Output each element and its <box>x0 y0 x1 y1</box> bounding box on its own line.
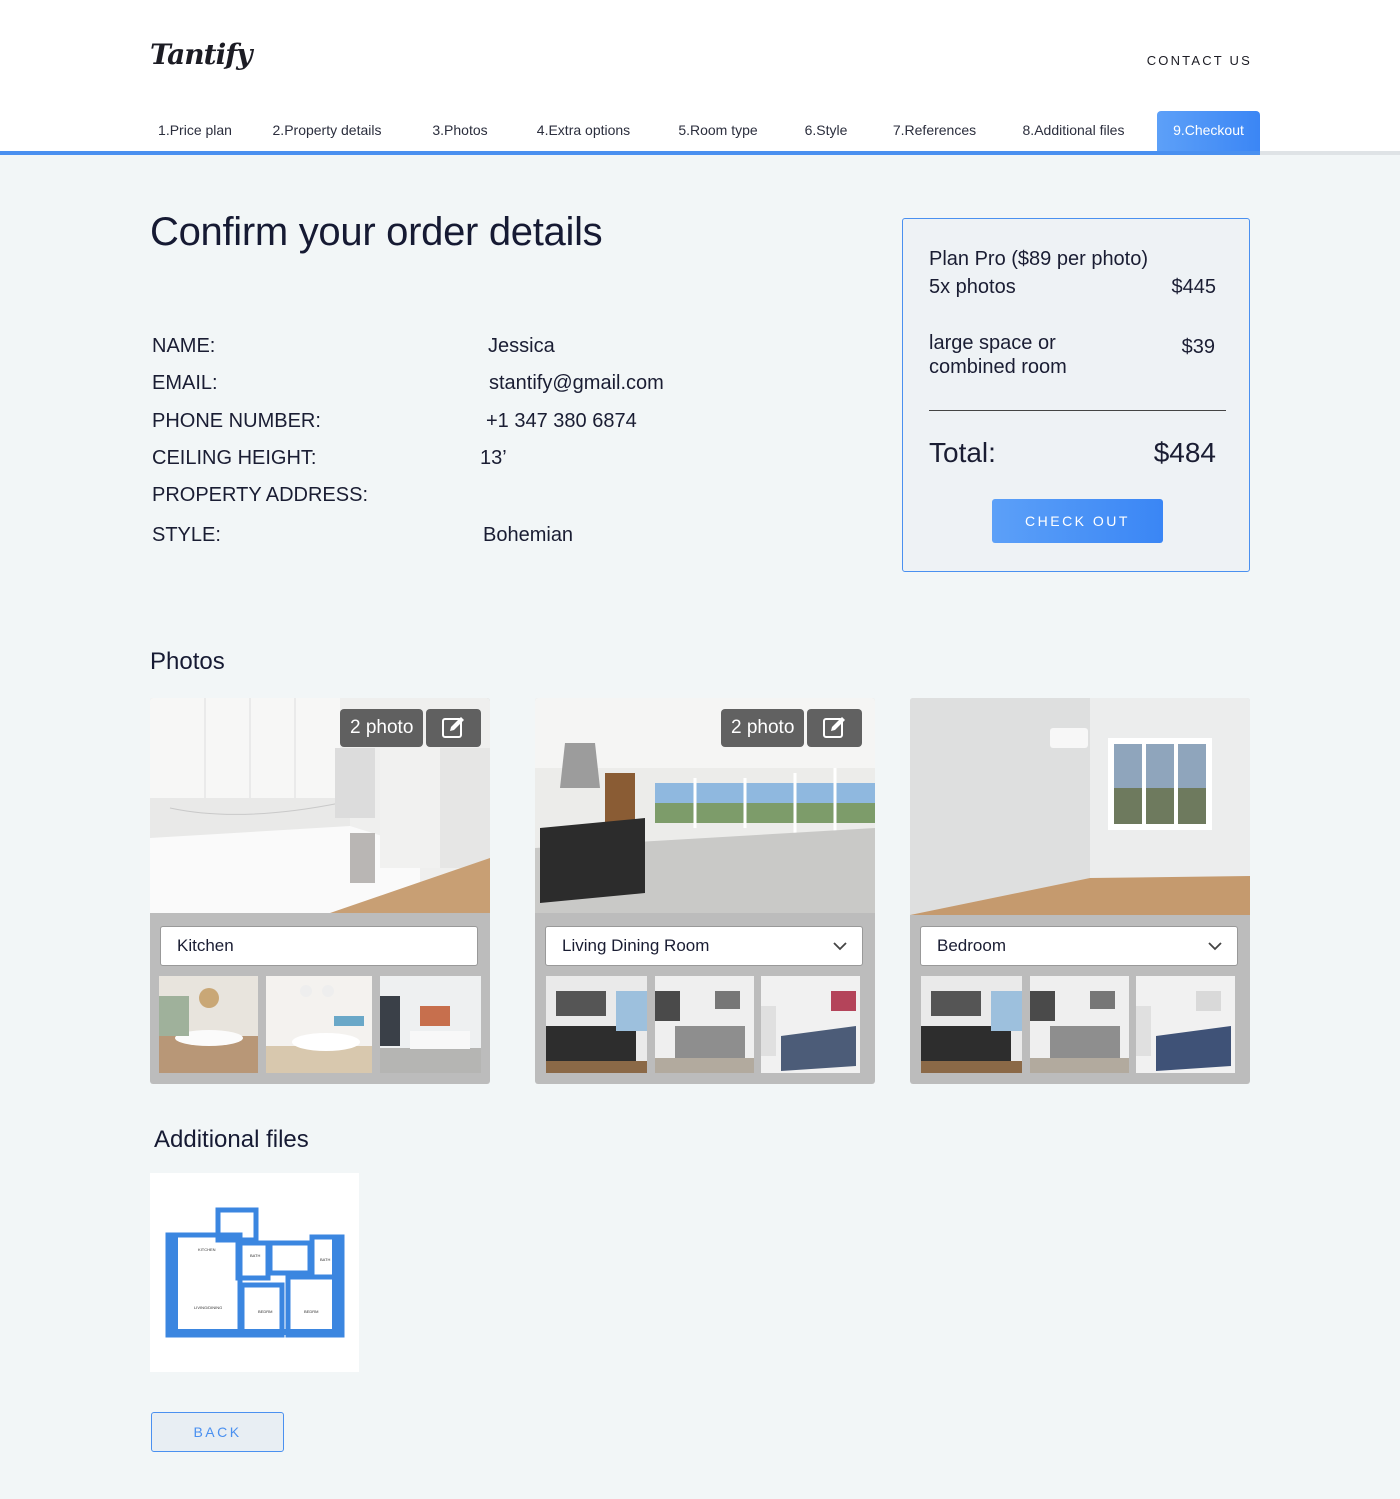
bedroom-photo[interactable] <box>910 698 1250 915</box>
logo[interactable]: Tantify <box>150 38 253 71</box>
photo-card-bedroom: Bedroom <box>910 698 1250 1084</box>
photo-count-badge: 2 photo <box>721 709 805 747</box>
svg-text:BEDRM: BEDRM <box>258 1309 272 1314</box>
svg-text:KITCHEN: KITCHEN <box>198 1247 216 1252</box>
room-type-dropdown[interactable]: Bedroom <box>920 926 1238 966</box>
name-label: NAME: <box>152 335 216 357</box>
ceiling-height-value: 13’ <box>480 447 507 469</box>
thumbnail-image[interactable] <box>655 976 754 1073</box>
room-type-value: Living Dining Room <box>562 936 710 955</box>
room-type-input[interactable]: Kitchen <box>160 926 478 966</box>
photos-price: $445 <box>1171 276 1217 298</box>
style-value: Bohemian <box>483 524 574 546</box>
total-value: $484 <box>1153 437 1216 468</box>
email-label: EMAIL: <box>152 372 218 394</box>
style-label: STYLE: <box>152 524 221 546</box>
thumbnail-image[interactable] <box>266 976 372 1073</box>
room-type-value: Kitchen <box>177 936 234 955</box>
thumbnail-image[interactable] <box>159 976 258 1073</box>
back-button[interactable]: BACK <box>151 1412 284 1452</box>
extra-line-2: combined room <box>929 356 1067 378</box>
svg-text:LIVING/DINING: LIVING/DINING <box>194 1305 222 1310</box>
thumbnail-image[interactable] <box>1136 976 1235 1073</box>
page-title: Confirm your order details <box>150 210 603 254</box>
edit-icon[interactable] <box>807 709 862 747</box>
progress-fill <box>0 151 1260 155</box>
tab-additional-files[interactable]: 8.Additional files <box>1010 111 1137 151</box>
photo-count-badge: 2 photo <box>340 709 424 747</box>
photo-card-kitchen: 2 photo Kitchen <box>150 698 490 1084</box>
thumbnail-image[interactable] <box>761 976 860 1073</box>
room-type-dropdown[interactable]: Living Dining Room <box>545 926 863 966</box>
extra-price: $39 <box>1181 336 1215 358</box>
thumbnail-image[interactable] <box>380 976 481 1073</box>
room-type-value: Bedroom <box>937 936 1006 955</box>
ceiling-height-label: CEILING HEIGHT: <box>152 447 317 469</box>
contact-us-link[interactable]: CONTACT US <box>1147 53 1252 68</box>
header: Tantify CONTACT US 1.Price plan 2.Proper… <box>0 0 1400 155</box>
step-tabs: 1.Price plan 2.Property details 3.Photos… <box>0 111 1400 155</box>
phone-label: PHONE NUMBER: <box>152 410 321 432</box>
tab-property-details[interactable]: 2.Property details <box>262 111 392 151</box>
thumbnail-strip <box>919 976 1241 1073</box>
order-details: NAME: Jessica EMAIL: stantify@gmail.com … <box>152 330 852 560</box>
thumbnail-strip <box>159 976 481 1073</box>
name-value: Jessica <box>488 335 555 357</box>
checkout-button[interactable]: CHECK OUT <box>992 499 1163 543</box>
chevron-down-icon <box>1208 942 1222 951</box>
photos-title: Photos <box>150 648 225 675</box>
tab-photos[interactable]: 3.Photos <box>420 111 500 151</box>
tab-checkout[interactable]: 9.Checkout <box>1157 111 1260 151</box>
photos-line: 5x photos <box>929 276 1016 298</box>
thumbnail-image[interactable] <box>921 976 1022 1073</box>
tab-style[interactable]: 6.Style <box>795 111 857 151</box>
thumbnail-strip <box>544 976 866 1073</box>
property-address-label: PROPERTY ADDRESS: <box>152 484 368 506</box>
chevron-down-icon <box>833 942 847 951</box>
photo-card-living-dining: 2 photo Living Dining Room <box>535 698 875 1084</box>
tab-extra-options[interactable]: 4.Extra options <box>525 111 642 151</box>
tab-references[interactable]: 7.References <box>884 111 985 151</box>
thumbnail-image[interactable] <box>546 976 647 1073</box>
svg-text:BATH: BATH <box>320 1257 330 1262</box>
phone-value: +1 347 380 6874 <box>486 410 637 432</box>
svg-text:BEDRM: BEDRM <box>304 1309 318 1314</box>
svg-text:BATH: BATH <box>250 1253 260 1258</box>
floor-plan-file[interactable]: KITCHEN LIVING/DINING BEDRM BEDRM BATH B… <box>150 1173 359 1372</box>
floor-plan-image: KITCHEN LIVING/DINING BEDRM BEDRM BATH B… <box>150 1173 359 1372</box>
extra-line-1: large space or <box>929 332 1056 354</box>
progress-bar <box>0 151 1400 155</box>
tab-price-plan[interactable]: 1.Price plan <box>150 111 240 151</box>
total-label: Total: <box>929 437 996 468</box>
additional-files-title: Additional files <box>154 1126 309 1153</box>
email-value: stantify@gmail.com <box>489 372 664 394</box>
summary-divider <box>929 410 1226 411</box>
order-summary: Plan Pro ($89 per photo) 5x photos $445 … <box>902 218 1250 572</box>
thumbnail-image[interactable] <box>1030 976 1129 1073</box>
tab-room-type[interactable]: 5.Room type <box>668 111 768 151</box>
edit-icon[interactable] <box>426 709 481 747</box>
plan-line: Plan Pro ($89 per photo) <box>929 248 1149 270</box>
